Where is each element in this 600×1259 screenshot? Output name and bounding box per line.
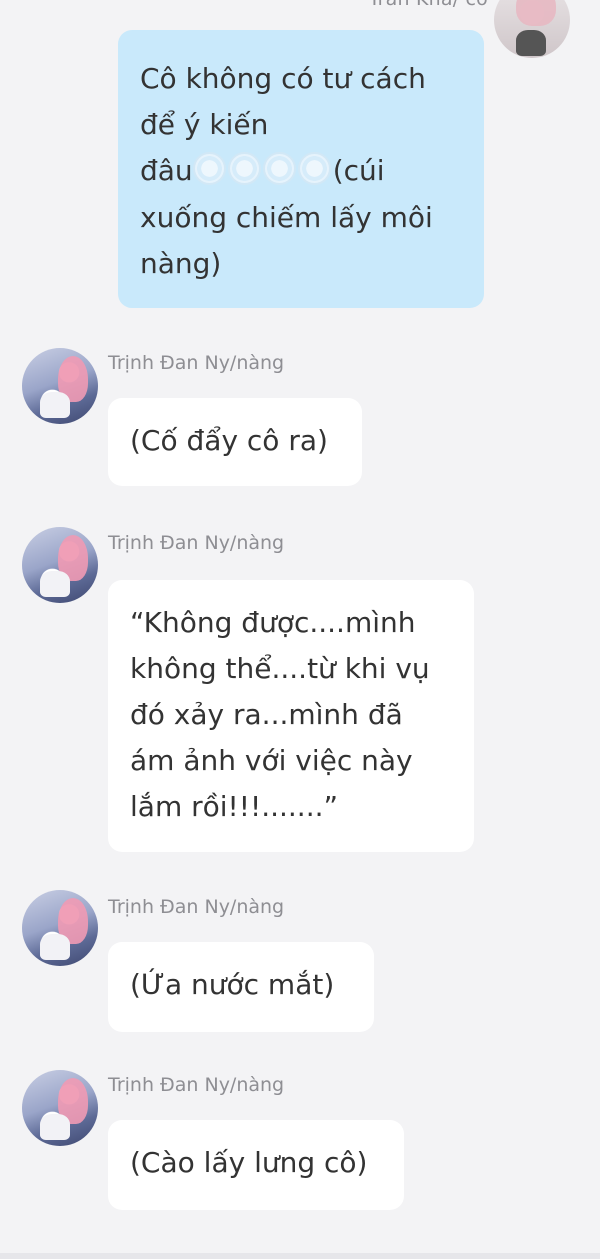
message-line: “Không được....mình [130, 606, 416, 639]
incoming-message-bubble[interactable]: (Cào lấy lưng cô) [108, 1120, 404, 1210]
bottom-divider [0, 1253, 600, 1259]
frozen-face-icon [227, 152, 261, 185]
avatar-sender[interactable] [22, 890, 98, 966]
incoming-message-bubble[interactable]: (Cố đẩy cô ra) [108, 398, 362, 486]
avatar-hair-shape [516, 0, 556, 26]
incoming-message-bubble[interactable]: “Không được....mình không thể....từ khi … [108, 580, 474, 852]
message-line: ám ảnh với việc này [130, 744, 413, 777]
sender-name: Trịnh Đan Ny/nàng [108, 1074, 285, 1096]
avatar-self[interactable] [494, 0, 570, 58]
avatar-shirt-shape [40, 571, 70, 597]
chat-thread: Trần Khả/ cô Cô không có tư cách để ý ki… [0, 0, 600, 1259]
frozen-face-icon [192, 152, 226, 185]
message-text: (cúi [332, 154, 385, 187]
message-line: đó xảy ra...mình đã [130, 698, 403, 731]
outgoing-message-bubble[interactable]: Cô không có tư cách để ý kiến đâu (cúi xu… [118, 30, 484, 308]
avatar-sender[interactable] [22, 1070, 98, 1146]
avatar-shirt-shape [40, 934, 70, 960]
message-line-with-emoji: đâu (cúi [140, 148, 462, 195]
avatar-sender[interactable] [22, 527, 98, 603]
message-line: không thể....từ khi vụ [130, 652, 430, 685]
frozen-face-icon [262, 152, 296, 185]
frozen-face-icon [297, 152, 331, 185]
sender-name: Trịnh Đan Ny/nàng [108, 352, 285, 374]
message-line: nàng) [140, 247, 222, 280]
message-line: Cô không có tư cách [140, 62, 426, 95]
message-text: đâu [140, 154, 193, 187]
message-line: (Cào lấy lưng cô) [130, 1146, 368, 1179]
avatar-sender[interactable] [22, 348, 98, 424]
message-line: lắm rồi!!!.......” [130, 790, 339, 823]
avatar-shirt-shape [40, 1114, 70, 1140]
avatar-shirt-shape [40, 392, 70, 418]
message-line: để ý kiến [140, 108, 269, 141]
message-line: (Cố đẩy cô ra) [130, 424, 328, 457]
incoming-message-bubble[interactable]: (Ứa nước mắt) [108, 942, 374, 1032]
message-line: xuống chiếm lấy môi [140, 201, 433, 234]
sender-name: Trịnh Đan Ny/nàng [108, 896, 285, 918]
avatar-shirt-shape [516, 30, 546, 56]
message-line: (Ứa nước mắt) [130, 968, 335, 1001]
sender-name: Trịnh Đan Ny/nàng [108, 532, 285, 554]
sender-name-self: Trần Khả/ cô [369, 0, 488, 10]
emoji-group [192, 149, 333, 195]
